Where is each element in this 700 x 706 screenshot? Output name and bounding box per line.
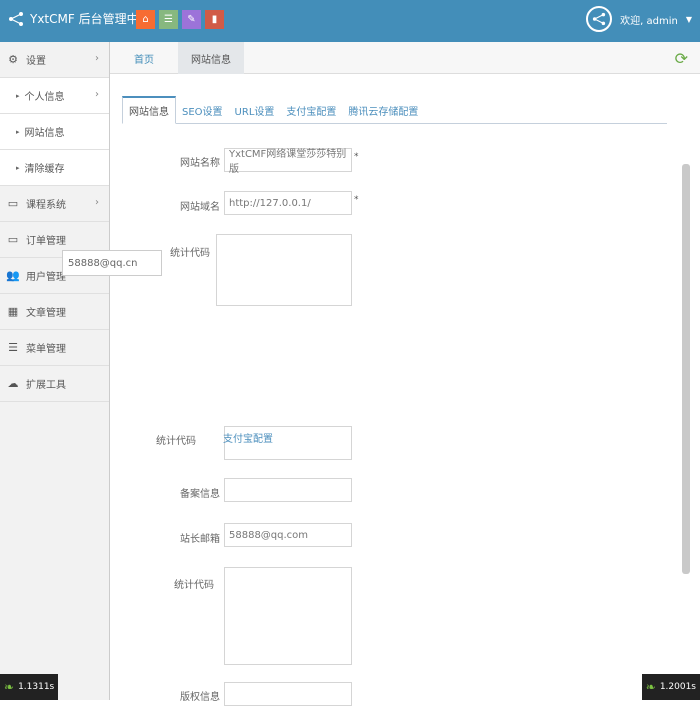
- share-icon: [8, 11, 24, 27]
- chevron-right-icon: ›: [95, 197, 99, 208]
- grid-icon: ▦: [6, 305, 20, 319]
- brand[interactable]: YxtCMF 后台管理中心: [8, 10, 151, 27]
- required-mark: *: [354, 152, 359, 162]
- stats-code-label: 统计代码: [144, 576, 214, 591]
- sidebar-item-label: 用户管理: [26, 268, 66, 283]
- desktop-icon: ▭: [6, 233, 20, 247]
- sidebar-item-label: 课程系统: [26, 196, 66, 211]
- stats-code-label: 统计代码: [126, 432, 196, 447]
- sidebar-item-articles[interactable]: ▦ 文章管理: [0, 294, 109, 330]
- user-menu[interactable]: 欢迎, admin ▼: [586, 6, 692, 32]
- admin-email-label: 站长邮箱: [150, 530, 220, 545]
- floating-email-field[interactable]: 58888@qq.cn: [62, 250, 162, 276]
- sidebar-item-site-info[interactable]: ▸ 网站信息: [0, 114, 109, 150]
- quick-buttons: ⌂ ☰ ✎ ▮: [136, 10, 224, 29]
- alipay-config-link[interactable]: 支付宝配置: [223, 430, 273, 445]
- site-name-input[interactable]: YxtCMF网络课堂莎莎特别版: [224, 148, 352, 172]
- pencil-button[interactable]: ✎: [182, 10, 201, 29]
- bullet-icon: ▸: [16, 164, 20, 172]
- copyright-label: 版权信息: [150, 688, 220, 703]
- cloud-icon: ☁: [6, 377, 20, 391]
- sidebar-item-settings[interactable]: ⚙ 设置 ›: [0, 42, 109, 78]
- sidebar-item-label: 网站信息: [25, 124, 65, 139]
- tab-site-info-settings[interactable]: 网站信息: [122, 96, 176, 124]
- main-content: 网站信息 SEO设置 URL设置 支付宝配置 腾讯云存储配置 网站名称 YxtC…: [110, 74, 690, 700]
- caret-down-icon: ▼: [686, 15, 692, 24]
- sidebar-item-label: 扩展工具: [26, 376, 66, 391]
- scrollbar[interactable]: [682, 164, 690, 574]
- pencil-icon: ✎: [187, 14, 195, 25]
- site-name-label: 网站名称: [150, 154, 220, 169]
- site-domain-input[interactable]: http://127.0.0.1/: [224, 191, 352, 215]
- sidebar: ⚙ 设置 › ▸ 个人信息 › ▸ 网站信息 ▸ 清除缓存 ▭ 课程系统 › ▭…: [0, 42, 110, 700]
- tab-alipay[interactable]: 支付宝配置: [280, 96, 342, 124]
- sidebar-item-label: 文章管理: [26, 304, 66, 319]
- chevron-right-icon: ›: [95, 53, 99, 64]
- greeting: 欢迎, admin: [620, 12, 678, 27]
- list-button[interactable]: ☰: [159, 10, 178, 29]
- site-domain-label: 网站域名: [150, 198, 220, 213]
- settings-tabs: 网站信息 SEO设置 URL设置 支付宝配置 腾讯云存储配置: [122, 96, 667, 124]
- sidebar-item-profile[interactable]: ▸ 个人信息 ›: [0, 78, 109, 114]
- sidebar-item-courses[interactable]: ▭ 课程系统 ›: [0, 186, 109, 222]
- tab-url[interactable]: URL设置: [229, 96, 281, 124]
- list-icon: ☰: [164, 14, 173, 25]
- share-icon: [592, 12, 606, 26]
- stats-code-textarea[interactable]: [224, 567, 352, 665]
- bullet-icon: ▸: [16, 92, 20, 100]
- list-icon: ☰: [6, 341, 20, 355]
- tab-tencent-cloud[interactable]: 腾讯云存储配置: [342, 96, 424, 124]
- sidebar-item-menus[interactable]: ☰ 菜单管理: [0, 330, 109, 366]
- bookmark-button[interactable]: ▮: [205, 10, 224, 29]
- sidebar-item-label: 个人信息: [25, 88, 65, 103]
- load-timer-left: ❧ 1.1311s: [0, 674, 58, 700]
- leaf-icon: ❧: [646, 680, 656, 694]
- tab-home[interactable]: 首页: [110, 42, 178, 74]
- required-mark: *: [354, 195, 359, 205]
- users-icon: 👥: [6, 269, 20, 283]
- sidebar-item-extensions[interactable]: ☁ 扩展工具: [0, 366, 109, 402]
- home-icon: ⌂: [142, 14, 148, 25]
- desktop-icon: ▭: [6, 197, 20, 211]
- sidebar-item-label: 订单管理: [26, 232, 66, 247]
- stats-code-textarea[interactable]: [216, 234, 352, 306]
- bullet-icon: ▸: [16, 128, 20, 136]
- gears-icon: ⚙: [6, 53, 20, 67]
- avatar: [586, 6, 612, 32]
- sidebar-item-label: 清除缓存: [25, 160, 65, 175]
- sidebar-item-clear-cache[interactable]: ▸ 清除缓存: [0, 150, 109, 186]
- bookmark-icon: ▮: [212, 14, 218, 25]
- sidebar-item-label: 菜单管理: [26, 340, 66, 355]
- sidebar-item-label: 设置: [26, 52, 46, 67]
- leaf-icon: ❧: [4, 680, 14, 694]
- brand-title: YxtCMF 后台管理中心: [30, 10, 151, 27]
- chevron-right-icon: ›: [95, 89, 99, 100]
- admin-email-input[interactable]: 58888@qq.com: [224, 523, 352, 547]
- refresh-icon[interactable]: ⟳: [675, 49, 688, 68]
- icp-input[interactable]: [224, 478, 352, 502]
- timer-value: 1.1311s: [18, 682, 54, 692]
- icp-label: 备案信息: [150, 485, 220, 500]
- top-navbar: YxtCMF 后台管理中心 ⌂ ☰ ✎ ▮ 欢迎, admin ▼: [0, 0, 700, 42]
- copyright-input[interactable]: [224, 682, 352, 706]
- home-button[interactable]: ⌂: [136, 10, 155, 29]
- page-tabbar: 首页 网站信息 ⟳: [110, 42, 700, 74]
- tab-site-info[interactable]: 网站信息: [178, 42, 244, 74]
- tab-seo[interactable]: SEO设置: [176, 96, 229, 124]
- timer-value: 1.2001s: [660, 682, 696, 692]
- load-timer-right: ❧ 1.2001s: [642, 674, 700, 700]
